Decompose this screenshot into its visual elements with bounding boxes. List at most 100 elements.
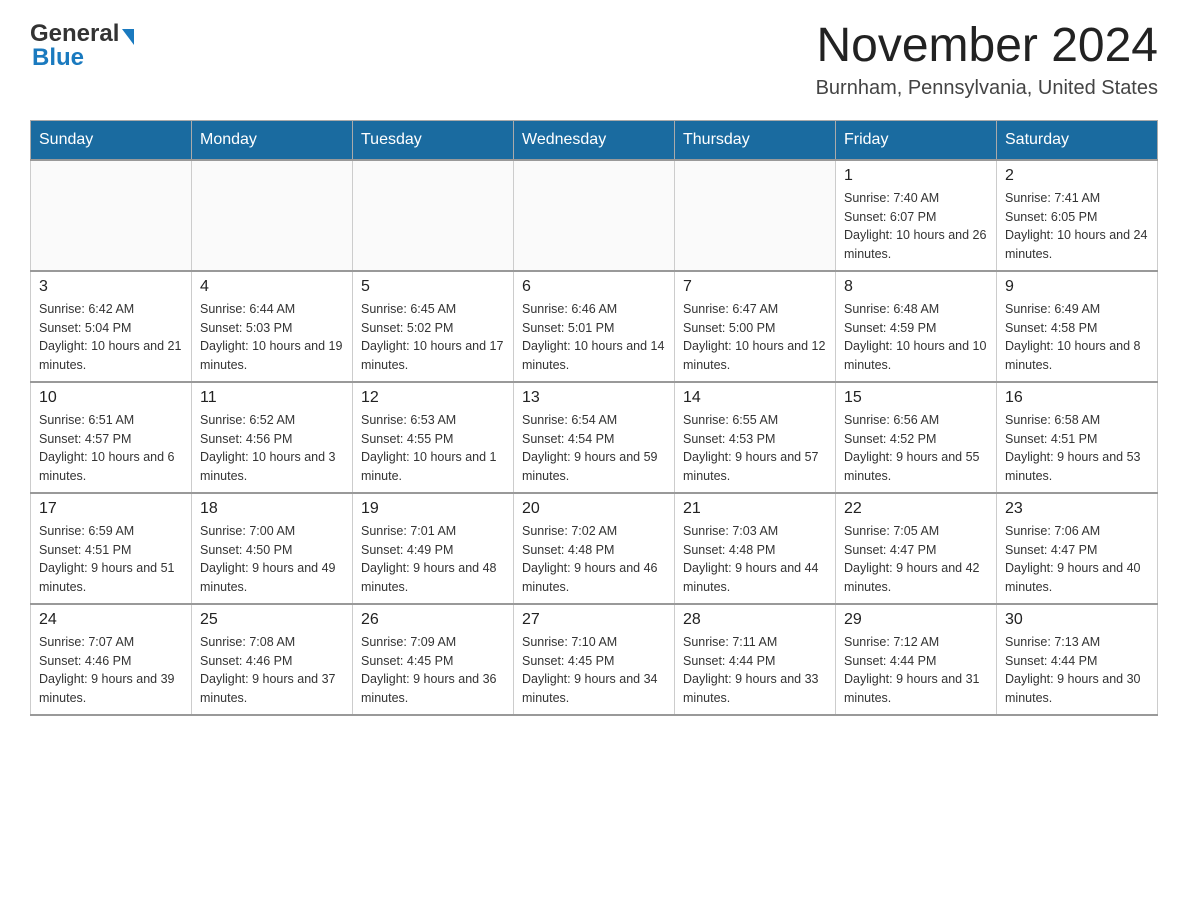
day-info: Sunrise: 6:46 AM Sunset: 5:01 PM Dayligh… xyxy=(522,300,666,375)
calendar-cell: 25Sunrise: 7:08 AM Sunset: 4:46 PM Dayli… xyxy=(192,604,353,715)
day-number: 11 xyxy=(200,389,344,407)
calendar-header-row: SundayMondayTuesdayWednesdayThursdayFrid… xyxy=(31,120,1158,160)
day-number: 13 xyxy=(522,389,666,407)
day-info: Sunrise: 7:01 AM Sunset: 4:49 PM Dayligh… xyxy=(361,522,505,597)
day-number: 29 xyxy=(844,611,988,629)
calendar-cell: 27 Sunrise: 7:10 AM Sunset: 4:45 PM Dayli… xyxy=(514,604,675,715)
calendar-cell xyxy=(514,160,675,271)
day-of-week-header: Friday xyxy=(836,120,997,160)
calendar-cell: 17 Sunrise: 6:59 AM Sunset: 4:51 PM Dayli… xyxy=(31,493,192,604)
day-info: Sunrise: 7:07 AM Sunset: 4:46 PM Dayligh… xyxy=(39,633,183,708)
day-info: Sunrise: 7:03 AM Sunset: 4:48 PM Dayligh… xyxy=(683,522,827,597)
calendar-cell: 10Sunrise: 6:51 AM Sunset: 4:57 PM Dayli… xyxy=(31,382,192,493)
calendar-cell: 16Sunrise: 6:58 AM Sunset: 4:51 PM Dayli… xyxy=(997,382,1158,493)
calendar-week-row: 10Sunrise: 6:51 AM Sunset: 4:57 PM Dayli… xyxy=(31,382,1158,493)
calendar-cell: 3 Sunrise: 6:42 AM Sunset: 5:04 PM Daylig… xyxy=(31,271,192,382)
day-number: 22 xyxy=(844,500,988,518)
calendar-cell: 26Sunrise: 7:09 AM Sunset: 4:45 PM Dayli… xyxy=(353,604,514,715)
logo: General Blue xyxy=(30,20,134,72)
calendar-cell: 5 Sunrise: 6:45 AM Sunset: 5:02 PM Daylig… xyxy=(353,271,514,382)
day-number: 15 xyxy=(844,389,988,407)
calendar-table: SundayMondayTuesdayWednesdayThursdayFrid… xyxy=(30,120,1158,716)
calendar-cell: 21Sunrise: 7:03 AM Sunset: 4:48 PM Dayli… xyxy=(675,493,836,604)
calendar-cell: 24 Sunrise: 7:07 AM Sunset: 4:46 PM Dayli… xyxy=(31,604,192,715)
calendar-cell: 15 Sunrise: 6:56 AM Sunset: 4:52 PM Dayli… xyxy=(836,382,997,493)
calendar-cell: 6 Sunrise: 6:46 AM Sunset: 5:01 PM Daylig… xyxy=(514,271,675,382)
day-number: 12 xyxy=(361,389,505,407)
day-number: 27 xyxy=(522,611,666,629)
calendar-cell: 22 Sunrise: 7:05 AM Sunset: 4:47 PM Dayli… xyxy=(836,493,997,604)
page-header: General Blue November 2024 Burnham, Penn… xyxy=(30,20,1158,100)
title-section: November 2024 Burnham, Pennsylvania, Uni… xyxy=(816,20,1158,100)
calendar-cell: 30 Sunrise: 7:13 AM Sunset: 4:44 PM Dayli… xyxy=(997,604,1158,715)
day-info: Sunrise: 7:11 AM Sunset: 4:44 PM Dayligh… xyxy=(683,633,827,708)
calendar-cell: 13Sunrise: 6:54 AM Sunset: 4:54 PM Dayli… xyxy=(514,382,675,493)
day-number: 7 xyxy=(683,278,827,296)
calendar-cell: 2Sunrise: 7:41 AM Sunset: 6:05 PM Daylig… xyxy=(997,160,1158,271)
day-info: Sunrise: 6:42 AM Sunset: 5:04 PM Dayligh… xyxy=(39,300,183,375)
calendar-cell: 8Sunrise: 6:48 AM Sunset: 4:59 PM Daylig… xyxy=(836,271,997,382)
logo-triangle-icon xyxy=(122,29,134,45)
day-number: 14 xyxy=(683,389,827,407)
day-info: Sunrise: 6:56 AM Sunset: 4:52 PM Dayligh… xyxy=(844,411,988,486)
calendar-cell xyxy=(353,160,514,271)
day-of-week-header: Saturday xyxy=(997,120,1158,160)
day-info: Sunrise: 7:06 AM Sunset: 4:47 PM Dayligh… xyxy=(1005,522,1149,597)
calendar-cell: 1Sunrise: 7:40 AM Sunset: 6:07 PM Daylig… xyxy=(836,160,997,271)
day-number: 2 xyxy=(1005,167,1149,185)
day-info: Sunrise: 6:48 AM Sunset: 4:59 PM Dayligh… xyxy=(844,300,988,375)
day-info: Sunrise: 6:53 AM Sunset: 4:55 PM Dayligh… xyxy=(361,411,505,486)
day-number: 20 xyxy=(522,500,666,518)
calendar-week-row: 1Sunrise: 7:40 AM Sunset: 6:07 PM Daylig… xyxy=(31,160,1158,271)
day-number: 18 xyxy=(200,500,344,518)
day-info: Sunrise: 6:59 AM Sunset: 4:51 PM Dayligh… xyxy=(39,522,183,597)
day-number: 6 xyxy=(522,278,666,296)
calendar-cell: 23 Sunrise: 7:06 AM Sunset: 4:47 PM Dayli… xyxy=(997,493,1158,604)
day-number: 3 xyxy=(39,278,183,296)
day-of-week-header: Wednesday xyxy=(514,120,675,160)
day-number: 28 xyxy=(683,611,827,629)
day-info: Sunrise: 6:52 AM Sunset: 4:56 PM Dayligh… xyxy=(200,411,344,486)
calendar-cell: 7 Sunrise: 6:47 AM Sunset: 5:00 PM Daylig… xyxy=(675,271,836,382)
calendar-week-row: 24 Sunrise: 7:07 AM Sunset: 4:46 PM Dayli… xyxy=(31,604,1158,715)
calendar-week-row: 17 Sunrise: 6:59 AM Sunset: 4:51 PM Dayli… xyxy=(31,493,1158,604)
calendar-week-row: 3 Sunrise: 6:42 AM Sunset: 5:04 PM Daylig… xyxy=(31,271,1158,382)
calendar-cell xyxy=(192,160,353,271)
day-info: Sunrise: 7:13 AM Sunset: 4:44 PM Dayligh… xyxy=(1005,633,1149,708)
day-info: Sunrise: 7:40 AM Sunset: 6:07 PM Dayligh… xyxy=(844,189,988,264)
day-number: 23 xyxy=(1005,500,1149,518)
calendar-cell: 12 Sunrise: 6:53 AM Sunset: 4:55 PM Dayli… xyxy=(353,382,514,493)
day-number: 4 xyxy=(200,278,344,296)
day-info: Sunrise: 6:51 AM Sunset: 4:57 PM Dayligh… xyxy=(39,411,183,486)
day-info: Sunrise: 7:12 AM Sunset: 4:44 PM Dayligh… xyxy=(844,633,988,708)
day-info: Sunrise: 6:45 AM Sunset: 5:02 PM Dayligh… xyxy=(361,300,505,375)
day-number: 16 xyxy=(1005,389,1149,407)
calendar-cell: 29 Sunrise: 7:12 AM Sunset: 4:44 PM Dayli… xyxy=(836,604,997,715)
day-number: 9 xyxy=(1005,278,1149,296)
calendar-cell xyxy=(31,160,192,271)
calendar-cell: 19Sunrise: 7:01 AM Sunset: 4:49 PM Dayli… xyxy=(353,493,514,604)
day-of-week-header: Thursday xyxy=(675,120,836,160)
day-number: 25 xyxy=(200,611,344,629)
day-info: Sunrise: 7:10 AM Sunset: 4:45 PM Dayligh… xyxy=(522,633,666,708)
day-of-week-header: Tuesday xyxy=(353,120,514,160)
day-number: 24 xyxy=(39,611,183,629)
calendar-cell: 28 Sunrise: 7:11 AM Sunset: 4:44 PM Dayli… xyxy=(675,604,836,715)
day-number: 30 xyxy=(1005,611,1149,629)
calendar-cell: 14Sunrise: 6:55 AM Sunset: 4:53 PM Dayli… xyxy=(675,382,836,493)
day-info: Sunrise: 7:00 AM Sunset: 4:50 PM Dayligh… xyxy=(200,522,344,597)
day-number: 5 xyxy=(361,278,505,296)
calendar-cell: 18 Sunrise: 7:00 AM Sunset: 4:50 PM Dayli… xyxy=(192,493,353,604)
day-info: Sunrise: 7:09 AM Sunset: 4:45 PM Dayligh… xyxy=(361,633,505,708)
day-info: Sunrise: 7:02 AM Sunset: 4:48 PM Dayligh… xyxy=(522,522,666,597)
day-info: Sunrise: 6:44 AM Sunset: 5:03 PM Dayligh… xyxy=(200,300,344,375)
day-info: Sunrise: 6:49 AM Sunset: 4:58 PM Dayligh… xyxy=(1005,300,1149,375)
day-info: Sunrise: 7:05 AM Sunset: 4:47 PM Dayligh… xyxy=(844,522,988,597)
day-of-week-header: Sunday xyxy=(31,120,192,160)
day-info: Sunrise: 6:47 AM Sunset: 5:00 PM Dayligh… xyxy=(683,300,827,375)
calendar-cell: 4 Sunrise: 6:44 AM Sunset: 5:03 PM Daylig… xyxy=(192,271,353,382)
calendar-cell: 11 Sunrise: 6:52 AM Sunset: 4:56 PM Dayli… xyxy=(192,382,353,493)
day-number: 17 xyxy=(39,500,183,518)
day-of-week-header: Monday xyxy=(192,120,353,160)
calendar-cell xyxy=(675,160,836,271)
